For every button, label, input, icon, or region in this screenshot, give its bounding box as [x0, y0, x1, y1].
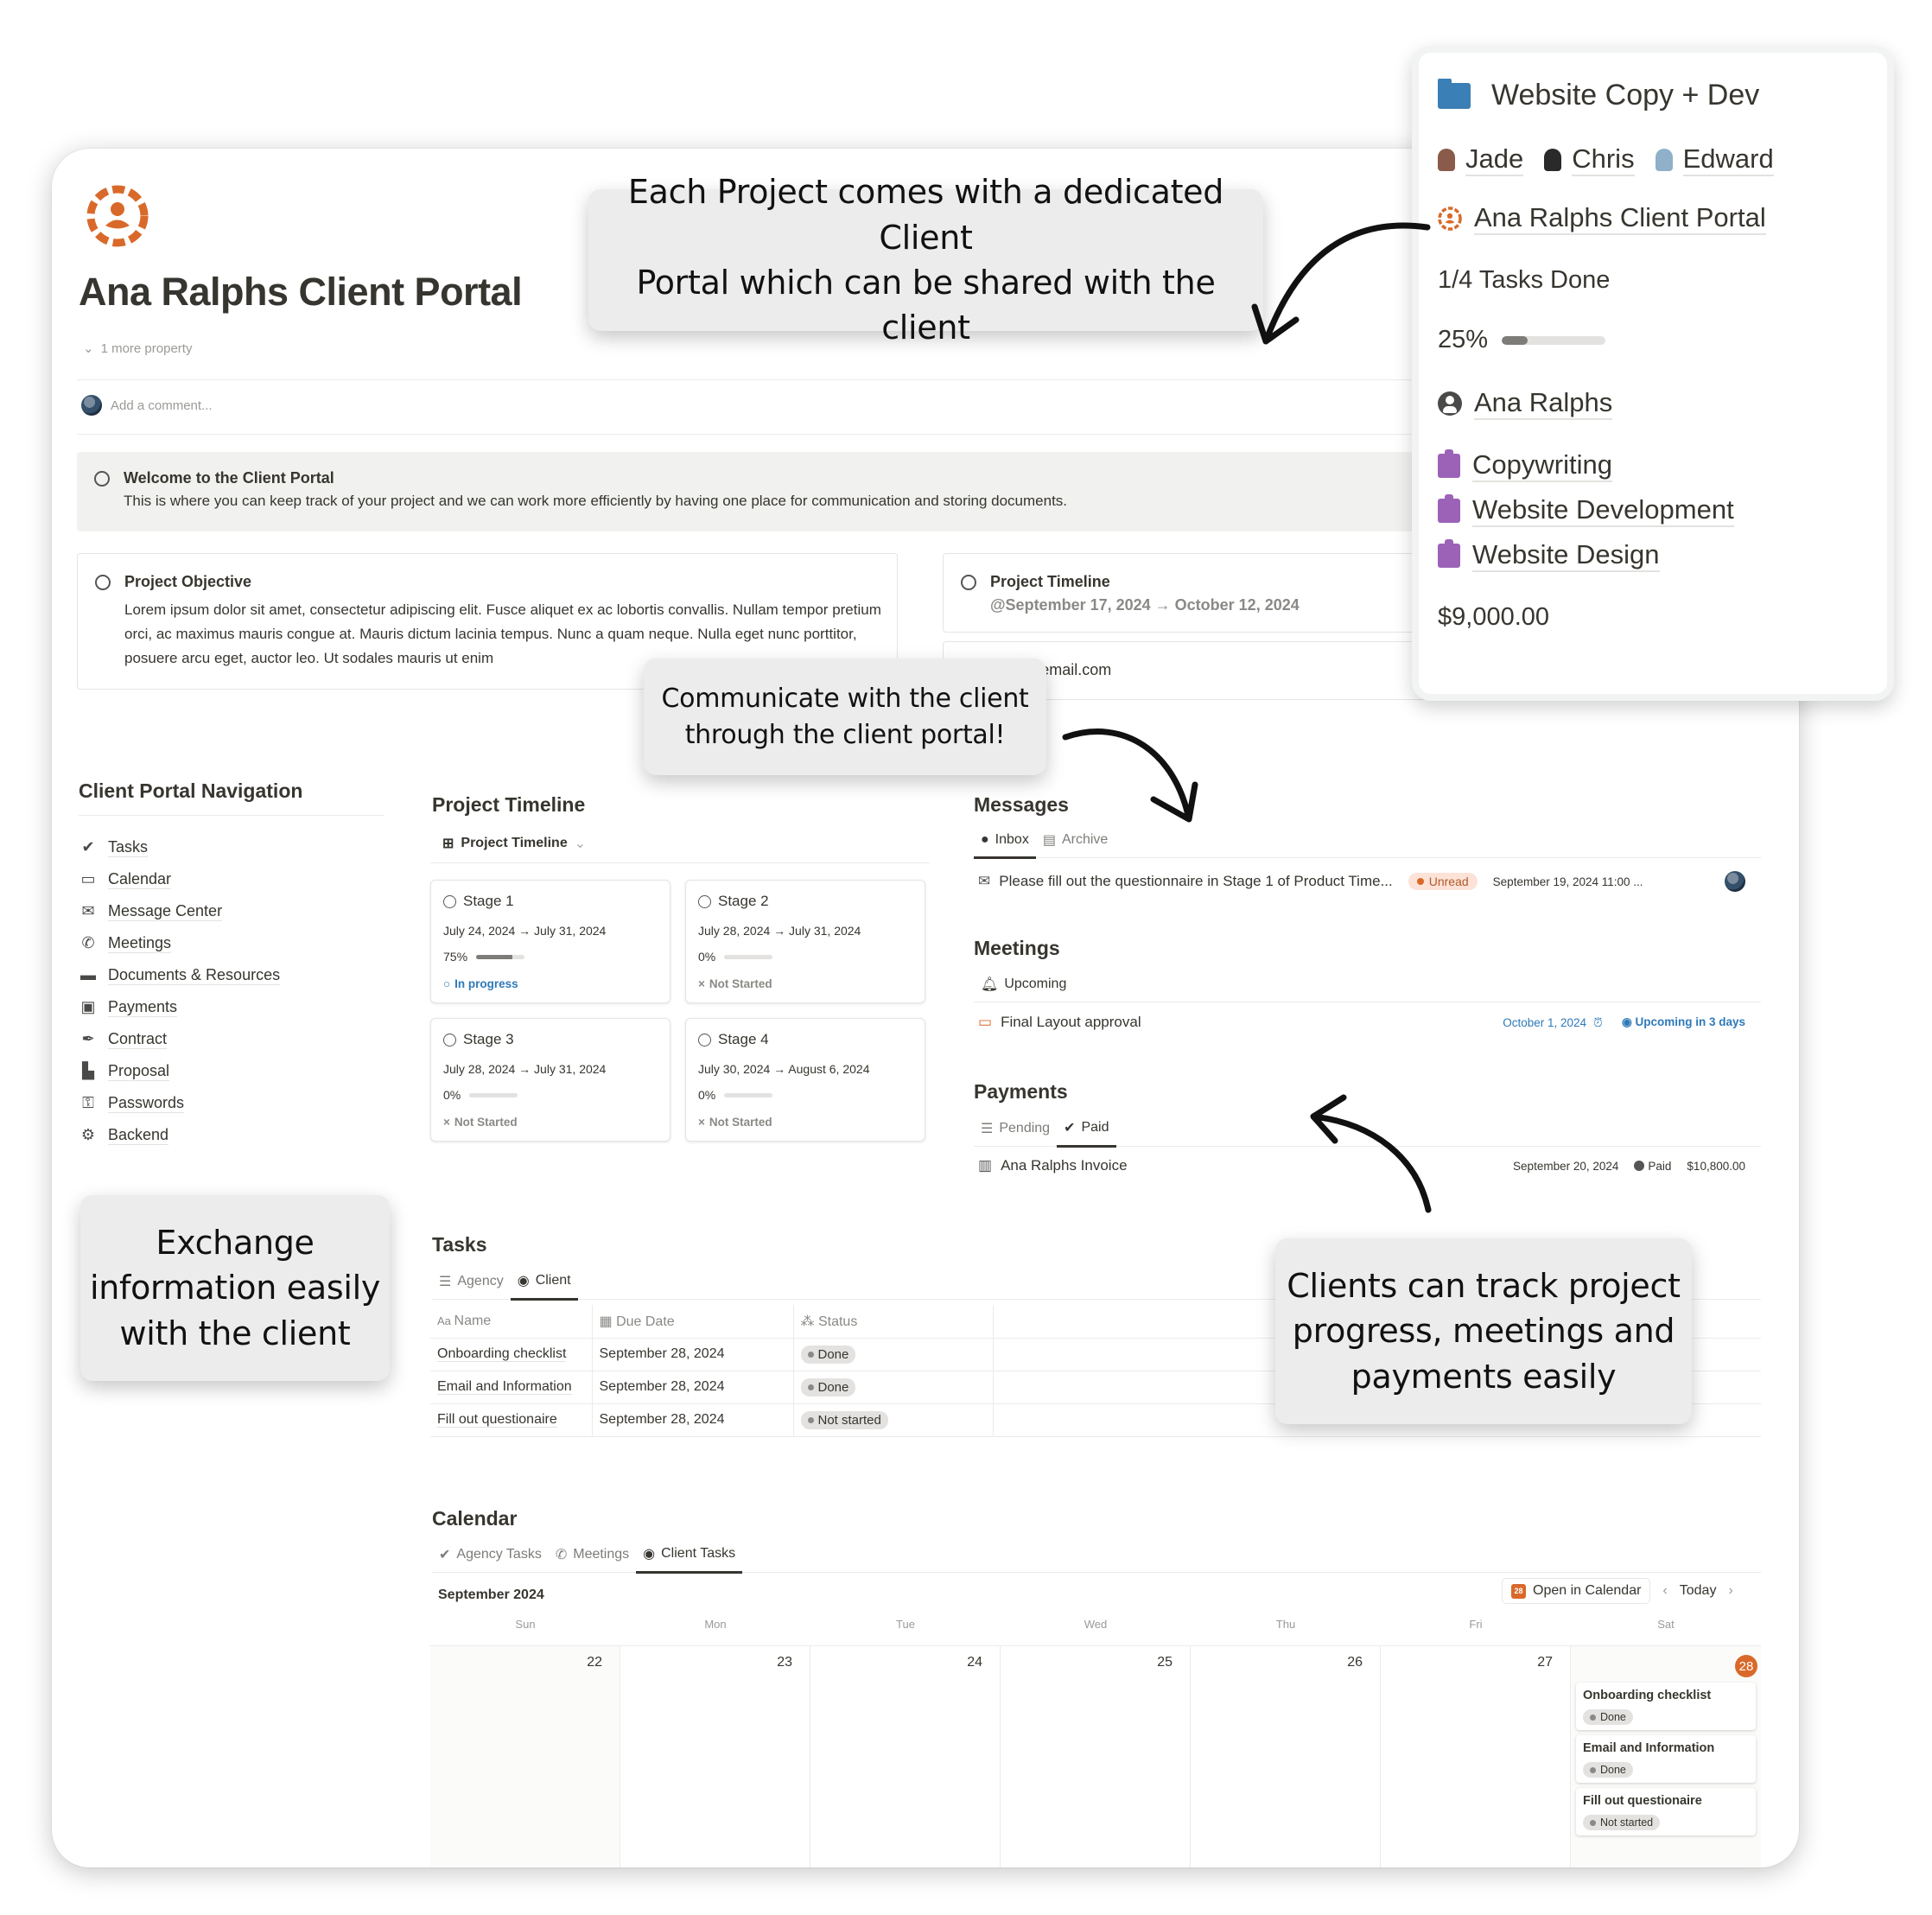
arrow-to-messages: [1062, 728, 1198, 823]
arrow-to-portal-callout: [1251, 222, 1431, 345]
annotation-arrows: [1062, 222, 1432, 1213]
arrow-to-payments: [1310, 1094, 1432, 1213]
